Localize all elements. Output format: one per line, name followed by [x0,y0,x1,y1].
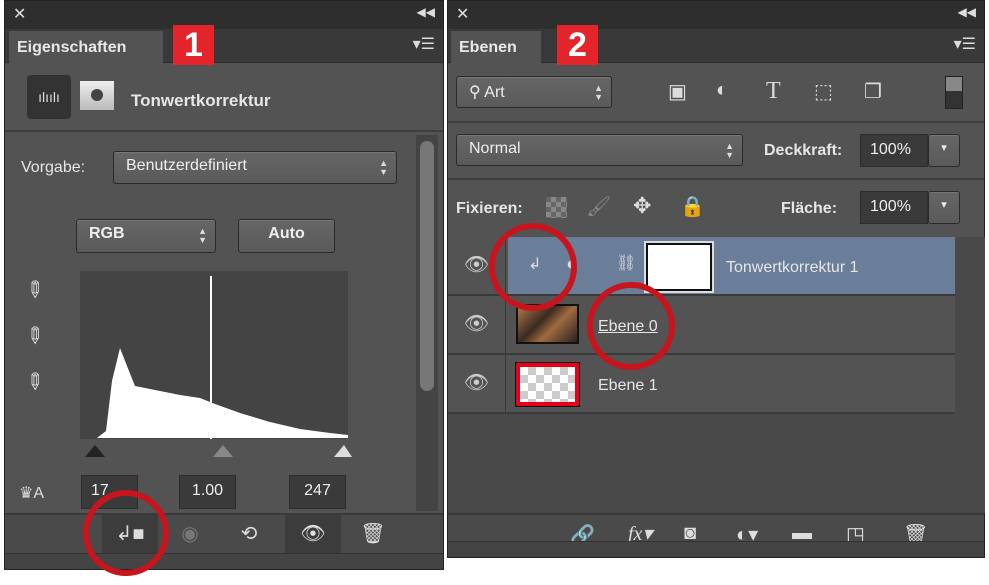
shape-filter-icon[interactable]: ⬚ [814,79,833,104]
layer-mask-thumbnail[interactable] [644,241,714,293]
panel-menu-icon[interactable]: ▾☰ [413,34,435,54]
layer-name[interactable]: Tonwertkorrektur 1 [726,259,859,277]
view-previous-icon[interactable]: ◉ [170,515,210,553]
titlebar: ✕ ◀◀ [448,1,984,29]
lock-transparent-icon[interactable] [546,197,567,218]
titlebar: ✕ ◀◀ [5,1,443,29]
opacity-label: Deckkraft: [764,142,843,159]
fill-dropdown-button[interactable]: ▾ [928,191,960,224]
adjustment-filter-icon[interactable]: ◐ [716,79,728,102]
close-icon[interactable]: ✕ [456,4,469,24]
panel-menu-icon[interactable]: ▾☰ [954,34,976,54]
input-sliders[interactable] [80,437,352,459]
scrollbar[interactable] [416,135,438,511]
visibility-eye-icon[interactable]: 👁 [448,296,506,353]
tab-ebenen[interactable]: Ebenen [451,31,541,64]
tab-bar: Ebenen ▾☰ [448,29,984,64]
levels-histogram-icon[interactable]: ılıılı [27,75,71,119]
annotation-circle [489,223,577,311]
opacity-input[interactable]: 100% [860,134,928,167]
vorgabe-dropdown[interactable]: Benutzerdefiniert ▲ ▼ [113,151,397,184]
collapse-icon[interactable]: ◀◀ [417,5,435,19]
type-filter-icon[interactable]: T [766,78,781,105]
eyedropper-black-icon[interactable]: ✎ [19,274,50,305]
adjustment-title: Tonwertkorrektur [131,91,271,110]
layer-name[interactable]: Ebene 1 [598,377,658,395]
gamma-slider [213,445,233,457]
eyedropper-white-icon[interactable]: ✎ [19,366,50,397]
visibility-eye-icon[interactable]: 👁 [448,355,506,412]
filter-dropdown[interactable]: ⚲ Art ▲ ▼ [456,76,612,108]
tab-eigenschaften[interactable]: Eigenschaften [9,31,163,64]
reset-icon[interactable]: ⟲ [229,515,269,553]
lock-all-icon[interactable]: 🔒 [680,194,705,219]
properties-toolbar: ↲■ ◉ ⟲ 👁 🗑 [5,513,443,553]
search-icon: ⚲ [469,84,485,101]
close-icon[interactable]: ✕ [13,4,26,24]
white-input[interactable]: 247 [289,475,346,509]
step-badge: 1 [173,25,214,65]
link-chain-icon[interactable]: ⛓ [616,253,636,273]
lock-paint-icon[interactable]: 🖌 [586,194,611,219]
opacity-dropdown-button[interactable]: ▾ [928,134,960,167]
smart-object-filter-icon[interactable]: ❐ [864,79,882,104]
trash-icon[interactable]: 🗑 [353,515,393,553]
resize-strip[interactable] [5,553,443,569]
annotation-circle [83,490,169,576]
resize-strip[interactable] [448,541,984,557]
white-point-slider [334,445,352,457]
properties-panel: ✕ ◀◀ Eigenschaften ▾☰ 1 ılıılı Tonwertko… [4,0,444,570]
gamma-input[interactable]: 1.00 [179,475,236,509]
visibility-icon[interactable]: 👁 [285,515,341,553]
auto-button[interactable]: Auto [238,219,335,253]
vorgabe-label: Vorgabe: [21,159,86,176]
fill-input[interactable]: 100% [860,191,928,224]
eyedropper-gray-icon[interactable]: ✎ [19,320,50,351]
fill-label: Fläche: [781,200,838,217]
blend-mode-dropdown[interactable]: Normal ▲ ▼ [456,134,743,166]
mask-icon[interactable] [80,81,114,110]
filter-toggle[interactable] [945,76,963,109]
step-badge: 2 [557,25,598,65]
channel-dropdown[interactable]: RGB ▲ ▼ [76,219,216,253]
collapse-icon[interactable]: ◀◀ [958,5,976,19]
lock-label: Fixieren: [456,200,523,217]
black-point-slider [85,445,105,457]
tab-bar: Eigenschaften ▾☰ [5,29,443,64]
clipping-warning-icon[interactable]: ♛A [19,483,44,503]
lock-position-icon[interactable]: ✥ [633,193,651,219]
layer-thumbnail[interactable] [515,362,580,407]
annotation-circle [587,282,675,370]
layer-row[interactable]: 👁 Ebene 1 [448,355,955,414]
image-filter-icon[interactable]: ▣ [668,79,687,104]
histogram [80,271,348,439]
